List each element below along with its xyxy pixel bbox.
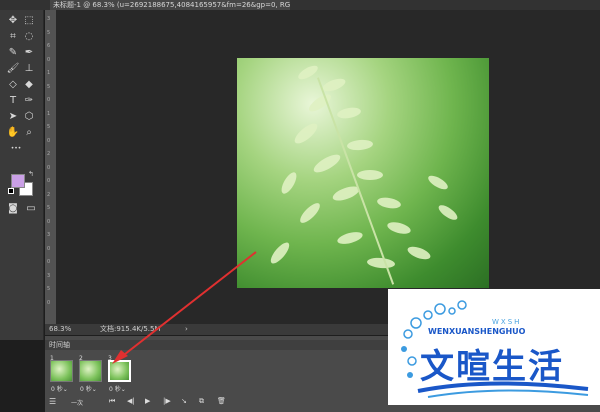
ruler-tick-label: 2 — [47, 151, 51, 157]
path-select-tool-icon[interactable]: ➤ — [6, 110, 20, 124]
ruler-tick-label: 5 — [47, 83, 51, 90]
frame-delay-select[interactable]: 0 秒⌄ — [80, 384, 97, 393]
ruler-tick-label: 1 — [47, 110, 51, 117]
watermark-pinyin: WENXUANSHENGHUO — [428, 327, 526, 336]
leaf-shape — [436, 202, 460, 223]
timeline-frame[interactable]: 10 秒⌄ — [49, 355, 75, 395]
leaf-shape — [346, 138, 374, 152]
watermark-logo: WXSH WENXUANSHENGHUO 文暄生活 — [388, 289, 600, 405]
tween-button[interactable]: ↘ — [181, 397, 187, 405]
next-frame-button[interactable]: |▶ — [163, 397, 171, 405]
status-menu-icon[interactable]: › — [185, 324, 188, 335]
zoom-tool-icon[interactable]: ⌕ — [22, 126, 36, 140]
delete-frame-button[interactable]: 🗑 — [217, 397, 226, 405]
frame-thumbnail[interactable] — [79, 360, 102, 382]
ruler-tick-label: 0 — [47, 245, 51, 252]
leaf-shape — [296, 63, 320, 82]
timeline-frame[interactable]: 30 秒⌄ — [107, 355, 133, 395]
frame-thumbnail[interactable] — [108, 360, 131, 382]
document-size: 文档:915.4K/5.5M — [100, 325, 161, 333]
ruler-tick-label: 0 — [47, 56, 51, 63]
eyedropper-tool-icon[interactable]: ✒ — [22, 46, 36, 60]
ruler-tick-label: 5 — [47, 205, 51, 211]
first-frame-button[interactable]: ⏮ — [109, 397, 115, 406]
leaf-shape — [357, 170, 383, 180]
leaf-shape — [406, 244, 432, 262]
vertical-ruler: 3 5 6 0 1 5 0 1 5 0 2 0 0 2 5 0 3 0 0 3 5 0 — [45, 10, 56, 324]
leaf-shape — [336, 105, 362, 121]
ruler-tick-label: 0 — [47, 178, 51, 184]
move-tool-icon[interactable]: ✥ — [6, 14, 20, 28]
eraser-tool-icon[interactable]: ◇ — [6, 78, 20, 92]
marquee-tool-icon[interactable]: ⬚ — [22, 14, 36, 28]
brush-tool-icon[interactable]: 🖌 — [6, 62, 20, 76]
crop-tool-icon[interactable]: ⌗ — [6, 30, 20, 44]
frame-thumbnail[interactable] — [50, 360, 73, 382]
watermark-abbrev: WXSH — [492, 318, 522, 326]
shape-tool-icon[interactable]: ⬡ — [22, 110, 36, 124]
swap-colors-icon[interactable]: ↰ — [28, 170, 34, 178]
leaf-shape — [321, 76, 347, 94]
ruler-tick-label: 5 — [47, 29, 51, 36]
type-tool-icon[interactable]: T — [6, 94, 20, 108]
tools-panel: ✥ ⬚ ⌗ ◌ ✎ ✒ 🖌 ⊥ ◇ ◆ T ✑ ➤ ⬡ ✋ ⌕ ••• ↰ ◙ ▭ — [0, 10, 44, 340]
leaf-shape — [297, 200, 323, 226]
ruler-tick-label: 5 — [47, 286, 51, 292]
leaf-shape — [426, 173, 450, 192]
document-tab[interactable]: 未标题-1 @ 68.3% (u=2692188675,4084165957&f… — [50, 0, 290, 10]
canvas-workspace[interactable] — [56, 10, 600, 324]
leaf-shape — [311, 151, 343, 176]
screen-mode-icon[interactable]: ▭ — [24, 202, 38, 216]
frame-delay-select[interactable]: 0 秒⌄ — [51, 384, 68, 393]
ruler-tick-label: 0 — [47, 218, 51, 225]
lasso-tool-icon[interactable]: ◌ — [22, 30, 36, 44]
bucket-tool-icon[interactable]: ◆ — [22, 78, 36, 92]
quick-select-tool-icon[interactable]: ✎ — [6, 46, 20, 60]
ruler-tick-label: 1 — [47, 70, 51, 76]
foreground-color-swatch[interactable] — [11, 174, 25, 188]
ruler-tick-label: 2 — [47, 191, 51, 198]
leaf-shape — [267, 239, 293, 267]
ruler-tick-label: 3 — [47, 272, 51, 279]
document-canvas[interactable] — [237, 58, 489, 288]
ruler-tick-label: 3 — [47, 232, 51, 238]
leaf-shape — [278, 170, 300, 196]
duplicate-frame-button[interactable]: ⧉ — [199, 397, 204, 406]
play-button[interactable]: ▶ — [145, 397, 150, 405]
more-tools-icon[interactable]: ••• — [6, 142, 26, 156]
leaf-shape — [386, 220, 412, 236]
ruler-tick-label: 0 — [47, 299, 51, 306]
leaf-shape — [366, 256, 396, 270]
hand-tool-icon[interactable]: ✋ — [6, 126, 20, 140]
default-colors-icon[interactable] — [8, 188, 14, 194]
loop-options-select[interactable]: 一次 — [71, 398, 83, 407]
ruler-tick-label: 0 — [47, 164, 51, 171]
pen-tool-icon[interactable]: ✑ — [22, 94, 36, 108]
document-tab-bar: 未标题-1 @ 68.3% (u=2692188675,4084165957&f… — [0, 0, 600, 10]
leaf-shape — [336, 229, 364, 247]
quick-mask-icon[interactable]: ◙ — [6, 202, 20, 216]
watermark-text: 文暄生活 — [420, 347, 564, 387]
leaf-shape — [291, 120, 321, 147]
ruler-tick-label: 0 — [47, 97, 51, 103]
frame-delay-select[interactable]: 0 秒⌄ — [109, 384, 126, 393]
ruler-tick-label: 6 — [47, 43, 51, 49]
ruler-tick-label: 0 — [47, 259, 51, 265]
timeline-frame[interactable]: 20 秒⌄ — [78, 355, 104, 395]
ruler-tick-label: 0 — [47, 137, 51, 144]
stamp-tool-icon[interactable]: ⊥ — [22, 62, 36, 76]
zoom-level[interactable]: 68.3% — [49, 324, 71, 335]
ruler-tick-label: 3 — [47, 16, 51, 22]
prev-frame-button[interactable]: ◀| — [127, 397, 135, 405]
timeline-options-icon[interactable]: ☰ — [49, 397, 56, 406]
leaf-shape — [376, 195, 402, 211]
ruler-tick-label: 5 — [47, 124, 51, 130]
